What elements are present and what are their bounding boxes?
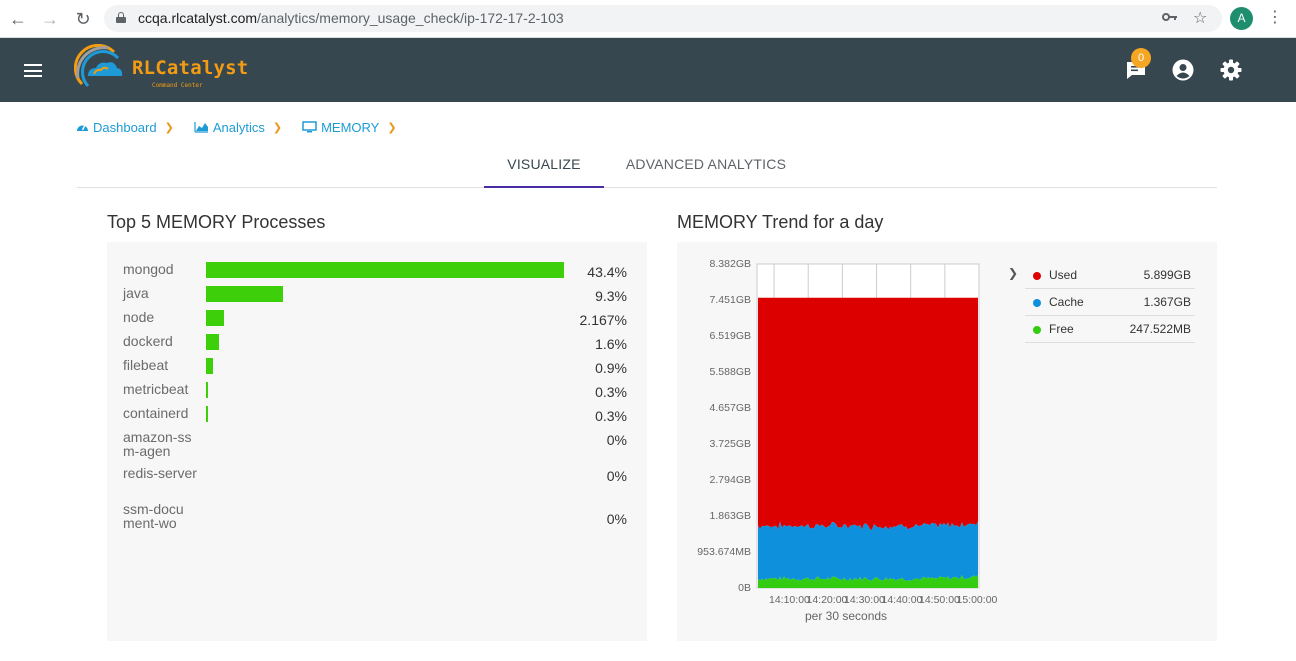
y-tick-label: 2.794GB bbox=[709, 474, 751, 486]
back-arrow-icon[interactable]: ← bbox=[6, 7, 30, 31]
settings-gear-icon[interactable] bbox=[1219, 58, 1243, 82]
process-bar bbox=[206, 358, 214, 374]
y-tick-label: 953.674MB bbox=[697, 546, 751, 558]
process-value: 0% bbox=[606, 468, 627, 484]
y-tick-label: 4.657GB bbox=[709, 402, 751, 414]
star-icon[interactable]: ☆ bbox=[1193, 8, 1207, 28]
process-value: 0.9% bbox=[595, 360, 627, 376]
process-name: java bbox=[123, 285, 149, 301]
breadcrumb-separator-icon: ❯ bbox=[272, 121, 283, 134]
process-name: node bbox=[123, 309, 155, 325]
process-bar bbox=[206, 382, 209, 398]
process-bar bbox=[206, 286, 283, 302]
rlcatalyst-logo[interactable]: RLCatalyst Command Center bbox=[74, 44, 248, 98]
x-tick-label: 14:10:00 bbox=[769, 594, 810, 606]
process-value: 9.3% bbox=[595, 288, 627, 304]
process-bar bbox=[206, 406, 209, 422]
tab-advanced-analytics[interactable]: ADVANCED ANALYTICS bbox=[620, 142, 792, 188]
process-name: containerd bbox=[123, 405, 189, 421]
used-dot-icon bbox=[1033, 272, 1041, 280]
process-value: 1.6% bbox=[595, 336, 627, 352]
app-header: RLCatalyst Command Center bbox=[0, 38, 1296, 102]
breadcrumb-analytics[interactable]: Analytics ❯ bbox=[194, 120, 282, 135]
y-tick-label: 7.451GB bbox=[709, 294, 751, 306]
tab-bar: VISUALIZE ADVANCED ANALYTICS bbox=[77, 142, 1217, 188]
process-bar bbox=[206, 334, 220, 350]
process-name: metricbeat bbox=[123, 381, 189, 397]
breadcrumb-separator-icon: ❯ bbox=[387, 121, 397, 134]
process-name: redis-server bbox=[123, 465, 197, 481]
process-bar bbox=[206, 262, 564, 278]
process-value: 2.167% bbox=[579, 312, 627, 328]
account-icon[interactable] bbox=[1171, 58, 1195, 82]
cache-dot-icon bbox=[1033, 299, 1041, 307]
dashboard-icon bbox=[77, 124, 88, 131]
legend-item-used[interactable]: Used 5.899GB bbox=[1025, 262, 1195, 289]
x-tick-label: 14:20:00 bbox=[806, 594, 848, 606]
y-tick-label: 3.725GB bbox=[709, 438, 751, 450]
key-icon[interactable] bbox=[1162, 10, 1178, 27]
breadcrumb-dashboard[interactable]: Dashboard ❯ bbox=[76, 120, 174, 135]
process-name: mongod bbox=[123, 261, 174, 277]
browser-toolbar: ← → ↻ ccqa.rlcatalyst.com/analytics/memo… bbox=[0, 0, 1296, 38]
process-bar bbox=[206, 310, 224, 326]
breadcrumb-memory[interactable]: MEMORY ❯ bbox=[302, 120, 397, 135]
process-name: amazon-ssm-agen bbox=[123, 429, 192, 459]
reload-icon[interactable]: ↻ bbox=[71, 7, 95, 31]
process-value: 0% bbox=[606, 432, 627, 448]
processes-panel-title: Top 5 MEMORY Processes bbox=[107, 212, 326, 232]
breadcrumb: Dashboard ❯ Analytics ❯ MEMORY ❯ bbox=[76, 118, 417, 136]
process-name: dockerd bbox=[123, 333, 173, 349]
processes-panel: mongod 43.4% java 9.3% node 2.167% dockerd 1.6%… bbox=[107, 242, 647, 641]
x-tick-label: 14:50:00 bbox=[919, 594, 960, 606]
x-axis-label: per 30 seconds bbox=[805, 609, 888, 623]
y-tick-label: 0B bbox=[738, 582, 751, 594]
monitor-icon bbox=[302, 121, 317, 133]
y-tick-label: 1.863GB bbox=[709, 510, 751, 522]
forward-arrow-icon[interactable]: → bbox=[38, 7, 62, 31]
x-tick-label: 15:00:00 bbox=[956, 594, 998, 606]
x-tick-label: 14:40:00 bbox=[881, 594, 923, 606]
y-tick-label: 6.519GB bbox=[709, 330, 751, 342]
breadcrumb-separator-icon: ❯ bbox=[164, 121, 174, 134]
memory-trend-title: MEMORY Trend for a day bbox=[677, 212, 884, 232]
chart-legend: Used 5.899GB Cache 1.367GB Free 247.522M… bbox=[1025, 262, 1195, 343]
free-dot-icon bbox=[1033, 326, 1041, 334]
legend-item-free[interactable]: Free 247.522MB bbox=[1025, 316, 1195, 343]
process-value: 0.3% bbox=[595, 384, 627, 400]
profile-avatar[interactable]: A bbox=[1230, 7, 1253, 30]
url-text[interactable]: ccqa.rlcatalyst.com/analytics/memory_usa… bbox=[138, 10, 564, 26]
legend-chevron-icon[interactable]: ❯ bbox=[1008, 266, 1018, 280]
process-name: ssm-document-wo bbox=[123, 501, 184, 531]
legend-item-cache[interactable]: Cache 1.367GB bbox=[1025, 289, 1195, 316]
process-name: filebeat bbox=[123, 357, 169, 373]
area-chart-icon bbox=[194, 122, 208, 133]
browser-menu-icon[interactable]: ⋮ bbox=[1267, 6, 1283, 30]
process-value: 0% bbox=[606, 511, 627, 527]
process-value: 43.4% bbox=[587, 264, 627, 280]
notification-count-badge: 0 bbox=[1131, 48, 1151, 68]
y-tick-label: 8.382GB bbox=[709, 258, 751, 270]
address-bar[interactable]: ccqa.rlcatalyst.com/analytics/memory_usa… bbox=[104, 5, 1222, 32]
x-tick-label: 14:30:00 bbox=[844, 594, 885, 606]
lock-icon bbox=[116, 12, 126, 23]
hamburger-menu-icon[interactable] bbox=[24, 64, 42, 77]
process-value: 0.3% bbox=[595, 408, 627, 424]
y-tick-label: 5.588GB bbox=[709, 366, 751, 378]
tab-visualize[interactable]: VISUALIZE bbox=[484, 142, 604, 188]
